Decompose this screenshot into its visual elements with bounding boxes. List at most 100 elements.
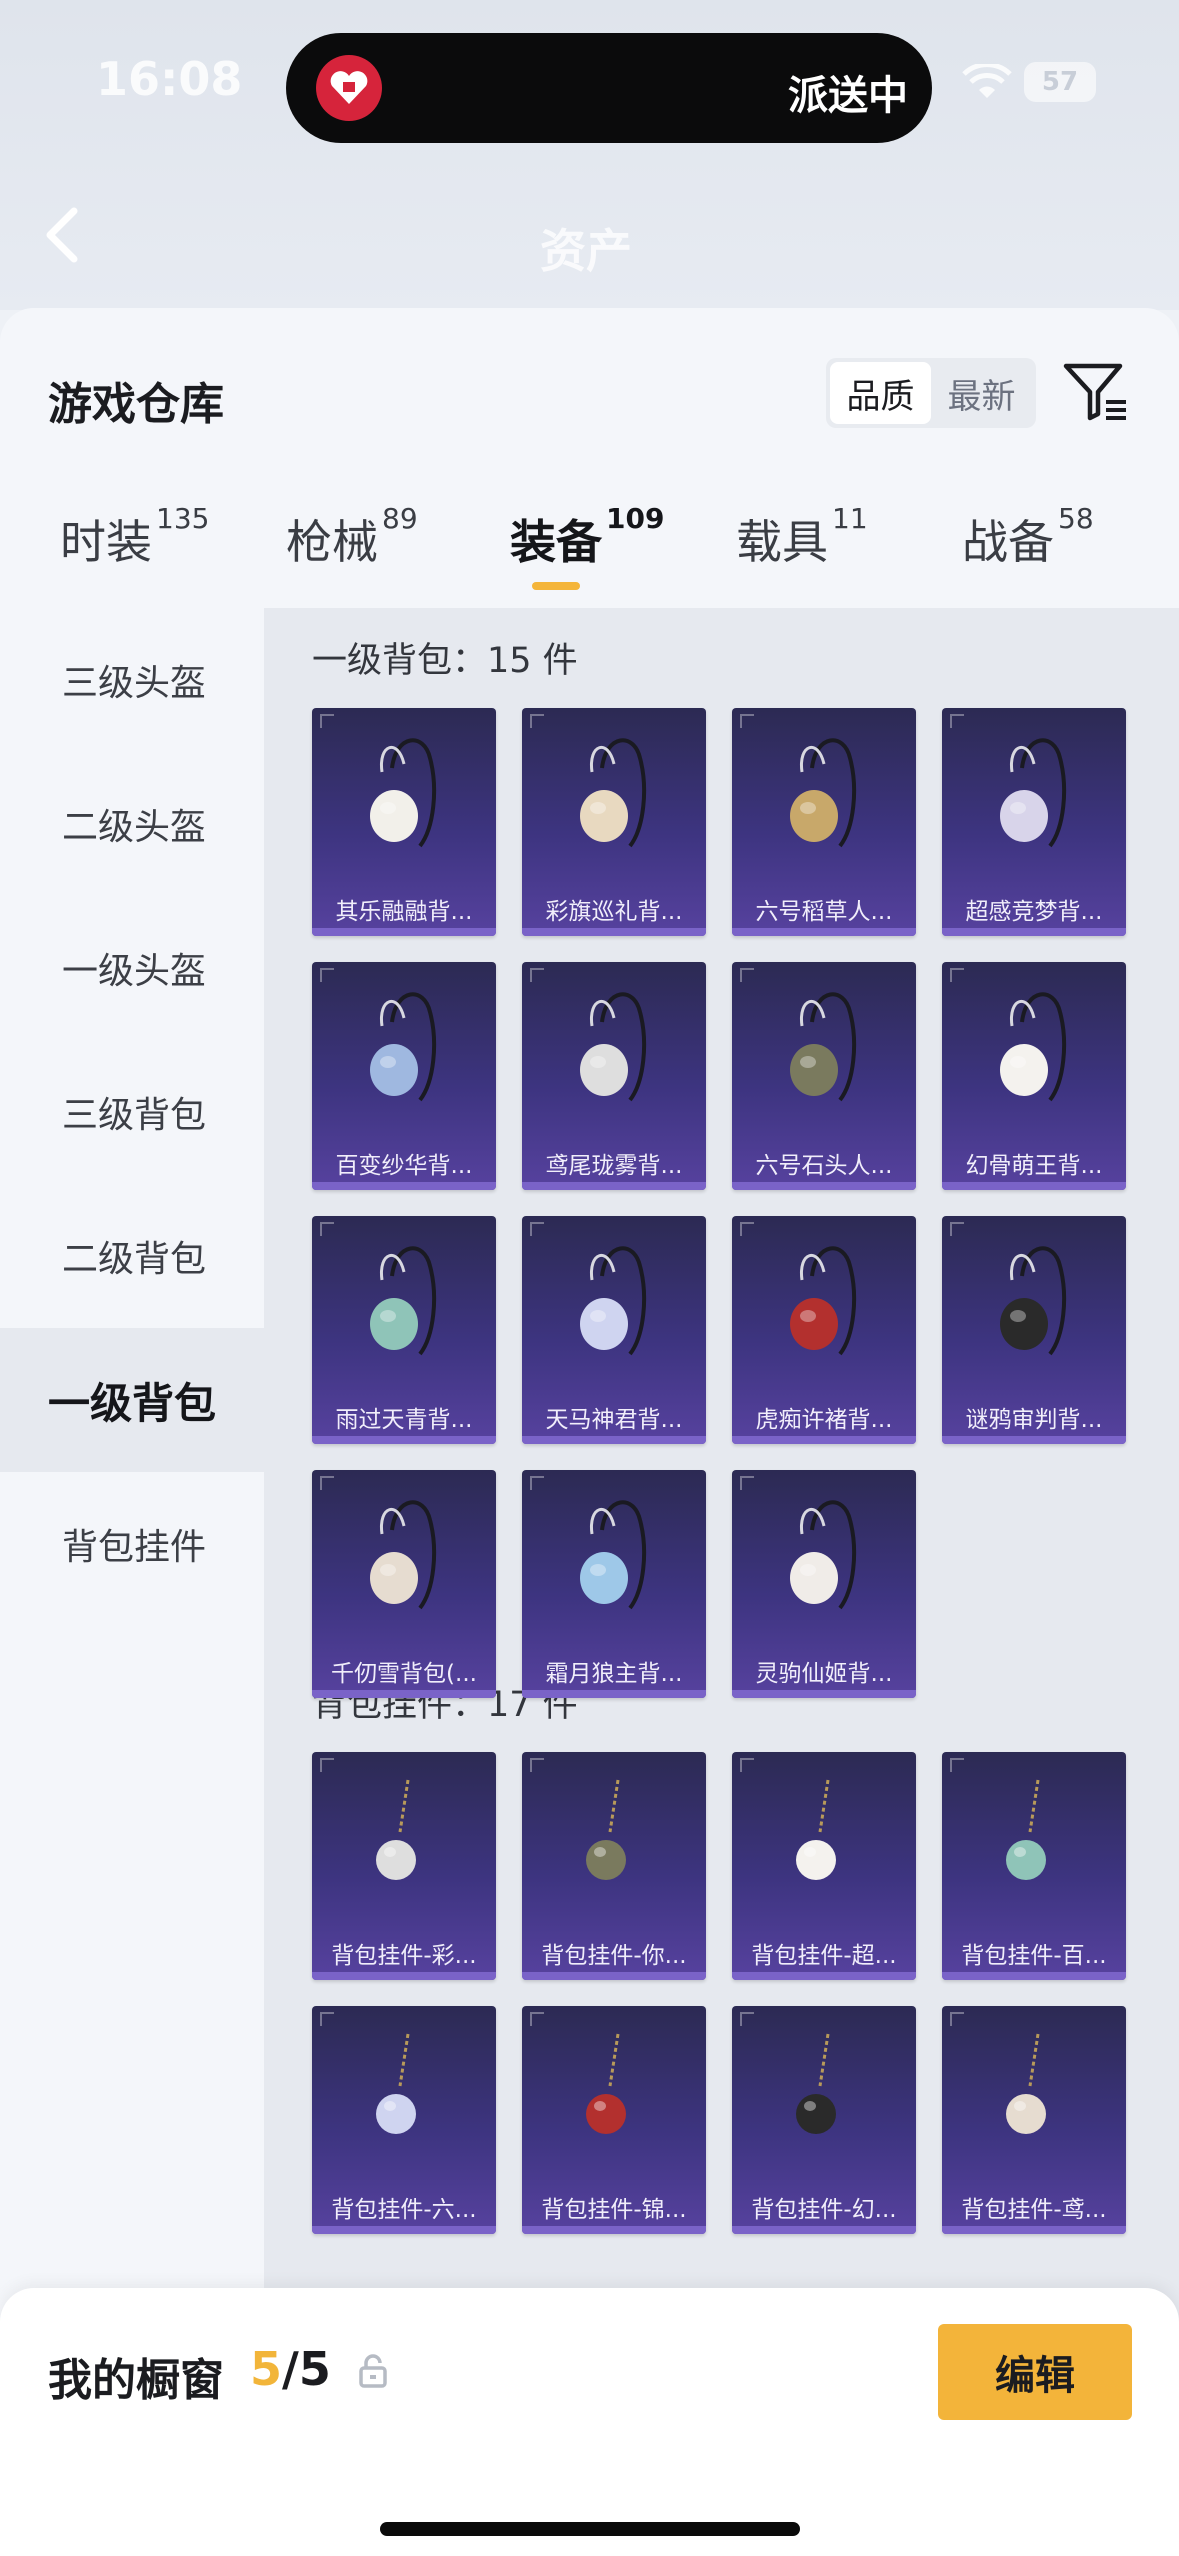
delivery-status-text: 派送中: [788, 73, 908, 119]
item-card-label: 鸢尾珑雾背...: [545, 1153, 683, 1179]
card-corner-mark: [530, 2012, 544, 2026]
item-card-label: 背包挂件-六...: [331, 2197, 477, 2223]
tab-count: 89: [382, 502, 418, 535]
item-card-label: 虎痴许褚背...: [755, 1407, 893, 1433]
item-card[interactable]: 其乐融融背...: [312, 708, 496, 936]
item-card-label: 背包挂件-彩...: [331, 1943, 477, 1969]
showcase-bar: 我的橱窗 5/5 编辑: [0, 2288, 1179, 2556]
tab-fashion[interactable]: 时装 135: [60, 502, 209, 572]
showcase-total: /5: [282, 2342, 331, 2396]
item-card[interactable]: 六号石头人...: [732, 962, 916, 1190]
tab-label: 装备: [510, 515, 602, 569]
item-card[interactable]: 背包挂件-你...: [522, 1752, 706, 1980]
backpack-item-icon: [370, 1246, 437, 1356]
item-card-label: 雨过天青背...: [335, 1407, 473, 1433]
backpack-item-icon: [790, 1500, 857, 1610]
tab-count: 11: [832, 502, 868, 535]
item-card[interactable]: 谜鸦审判背...: [942, 1216, 1126, 1444]
card-corner-mark: [950, 968, 964, 982]
sort-by-quality[interactable]: 品质: [830, 362, 931, 424]
item-card[interactable]: 超感竞梦背...: [942, 708, 1126, 936]
unlock-icon: [359, 2354, 387, 2388]
backpack-charm-item-icon: [796, 1779, 836, 1880]
item-card[interactable]: 背包挂件-六...: [312, 2006, 496, 2234]
battery-indicator: 57: [1024, 62, 1096, 102]
item-card-label: 灵驹仙姬背...: [755, 1661, 893, 1687]
item-card[interactable]: 霜月狼主背...: [522, 1470, 706, 1698]
game-warehouse-sheet: 游戏仓库 品质 最新 时装 135 枪械 89 装备 109 载具 11 战备 58 三级…: [0, 308, 1179, 2556]
filter-icon[interactable]: [1062, 360, 1130, 424]
sidebar-item-level1-helmet[interactable]: 一级头盔: [0, 896, 264, 1040]
item-card[interactable]: 百变纱华背...: [312, 962, 496, 1190]
item-card-label: 六号稻草人...: [755, 899, 893, 925]
showcase-current: 5: [250, 2342, 283, 2396]
item-card-label: 背包挂件-超...: [751, 1943, 897, 1969]
item-card[interactable]: 天马神君背...: [522, 1216, 706, 1444]
tab-battle-prep[interactable]: 战备 58: [962, 502, 1094, 572]
item-card[interactable]: 背包挂件-鸢...: [942, 2006, 1126, 2234]
subcategory-sidebar: 三级头盔 二级头盔 一级头盔 三级背包 二级背包 一级背包 背包挂件: [0, 608, 264, 2408]
item-card-label: 背包挂件-百...: [961, 1943, 1107, 1969]
item-card-label: 谜鸦审判背...: [965, 1407, 1103, 1433]
card-corner-mark: [950, 2012, 964, 2026]
card-corner-mark: [320, 2012, 334, 2026]
sort-by-newest[interactable]: 最新: [931, 362, 1032, 424]
item-card[interactable]: 鸢尾珑雾背...: [522, 962, 706, 1190]
item-card-label: 天马神君背...: [545, 1407, 683, 1433]
sidebar-item-level1-backpack[interactable]: 一级背包: [0, 1328, 264, 1472]
backpack-item-icon: [790, 1246, 857, 1356]
tab-vehicles[interactable]: 载具 11: [736, 502, 868, 572]
edit-button[interactable]: 编辑: [938, 2324, 1132, 2420]
item-card[interactable]: 背包挂件-锦...: [522, 2006, 706, 2234]
item-card-label: 百变纱华背...: [335, 1153, 473, 1179]
backpack-item-icon: [790, 738, 857, 848]
sheet-title: 游戏仓库: [48, 379, 224, 430]
card-corner-mark: [950, 1758, 964, 1772]
sidebar-item-level2-backpack[interactable]: 二级背包: [0, 1184, 264, 1328]
item-card-label: 背包挂件-幻...: [751, 2197, 897, 2223]
wifi-icon: [962, 64, 1012, 98]
backpack-charm-item-icon: [586, 1779, 626, 1880]
item-card[interactable]: 灵驹仙姬背...: [732, 1470, 916, 1698]
item-card[interactable]: 雨过天青背...: [312, 1216, 496, 1444]
tab-firearms[interactable]: 枪械 89: [286, 502, 418, 572]
card-corner-mark: [530, 714, 544, 728]
item-card[interactable]: 背包挂件-超...: [732, 1752, 916, 1980]
nav-title: 资产: [540, 224, 632, 278]
item-card[interactable]: 彩旗巡礼背...: [522, 708, 706, 936]
home-indicator: [380, 2522, 800, 2536]
showcase-count: 5/5: [250, 2342, 331, 2396]
tab-equipment[interactable]: 装备 109: [510, 502, 664, 572]
item-card-label: 背包挂件-鸢...: [961, 2197, 1107, 2223]
backpack-charm-item-icon: [586, 2033, 626, 2134]
delivery-app-logo-icon: [316, 55, 382, 121]
sidebar-item-backpack-charm[interactable]: 背包挂件: [0, 1472, 264, 1616]
item-card[interactable]: 背包挂件-幻...: [732, 2006, 916, 2234]
dynamic-island[interactable]: 派送中: [286, 33, 932, 143]
card-corner-mark: [320, 1476, 334, 1490]
card-corner-mark: [740, 1476, 754, 1490]
item-card[interactable]: 六号稻草人...: [732, 708, 916, 936]
backpack-charm-item-icon: [796, 2033, 836, 2134]
item-card-label: 背包挂件-锦...: [541, 2197, 687, 2223]
item-card[interactable]: 千仞雪背包(...: [312, 1470, 496, 1698]
item-card[interactable]: 背包挂件-彩...: [312, 1752, 496, 1980]
item-card-label: 其乐融融背...: [335, 899, 473, 925]
sidebar-item-level3-helmet[interactable]: 三级头盔: [0, 608, 264, 752]
backpack-item-icon: [370, 738, 437, 848]
back-chevron-icon[interactable]: [40, 205, 84, 265]
card-corner-mark: [320, 1222, 334, 1236]
card-corner-mark: [740, 968, 754, 982]
card-corner-mark: [530, 1222, 544, 1236]
item-card[interactable]: 幻骨萌王背...: [942, 962, 1126, 1190]
tab-label: 时装: [60, 515, 152, 569]
item-card[interactable]: 背包挂件-百...: [942, 1752, 1126, 1980]
sidebar-item-level2-helmet[interactable]: 二级头盔: [0, 752, 264, 896]
tab-label: 载具: [736, 515, 828, 569]
card-corner-mark: [320, 714, 334, 728]
card-corner-mark: [740, 1758, 754, 1772]
sidebar-item-level3-backpack[interactable]: 三级背包: [0, 1040, 264, 1184]
card-corner-mark: [320, 968, 334, 982]
item-card[interactable]: 虎痴许褚背...: [732, 1216, 916, 1444]
backpack-item-icon: [370, 992, 437, 1102]
